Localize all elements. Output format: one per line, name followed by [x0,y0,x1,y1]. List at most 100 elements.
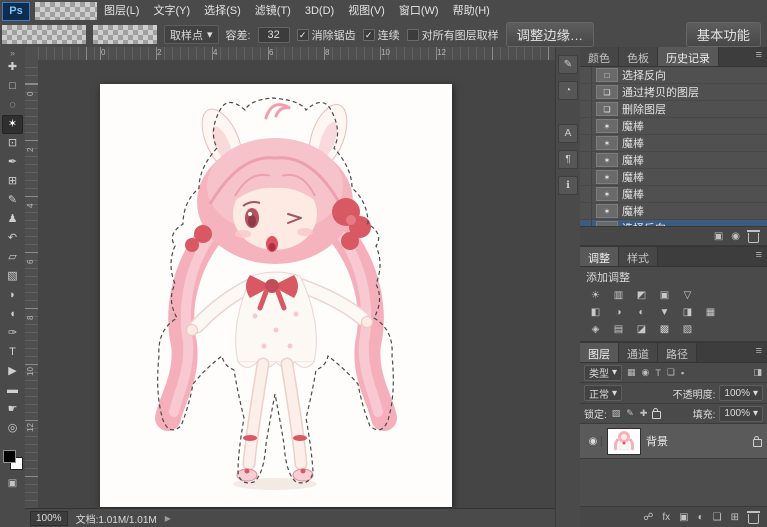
history-source-well[interactable] [580,169,592,185]
zoom-level-field[interactable]: 100% [30,510,68,526]
history-source-well[interactable] [580,203,592,219]
history-brush-tool[interactable]: ↶ [2,229,23,248]
history-state[interactable]: ✶ 魔棒 [580,118,767,135]
layer-style-icon[interactable]: fx [662,512,670,523]
filter-pixel-icon[interactable]: ▦ [626,367,637,378]
tab-swatches[interactable]: 色板 [619,47,658,66]
color-balance-icon[interactable]: ◑ [607,304,630,321]
tolerance-input[interactable]: 32 [257,26,290,43]
curves-icon[interactable]: ◩ [630,287,653,304]
menu-filter[interactable]: 滤镜(T) [248,0,298,22]
contiguous-checkbox[interactable]: ✓ 连续 [362,27,400,43]
adjustment-layer-icon[interactable]: ◐ [698,512,704,523]
history-source-well[interactable] [580,135,592,151]
history-state[interactable]: ✶ 魔棒 [580,186,767,203]
invert-icon[interactable]: ◈ [584,321,607,338]
horizontal-ruler[interactable]: 0 2 4 6 8 10 12 [38,47,556,61]
layer-thumbnail[interactable] [607,427,641,455]
blend-mode-dropdown[interactable]: 正常 ▾ [584,385,623,401]
lasso-tool[interactable]: ◌ [2,96,23,115]
layer-mask-icon[interactable]: ▣ [679,512,688,523]
filter-smart-object-icon[interactable]: ▪ [680,368,685,378]
toolbar-collapse-icon[interactable]: » [10,48,15,58]
panel-menu-icon[interactable]: ≡ [751,343,767,362]
history-state[interactable]: □ 选择反向 [580,67,767,84]
opacity-dropdown[interactable]: 100% ▾ [719,385,763,401]
layer-filter-dropdown[interactable]: 类型 ▾ [584,364,623,381]
new-document-from-state-icon[interactable]: ▣ [714,231,723,242]
tab-paths[interactable]: 路径 [658,343,697,362]
tab-styles[interactable]: 样式 [619,247,658,266]
color-swatches[interactable] [2,450,23,470]
history-source-well[interactable] [580,152,592,168]
channel-mixer-icon[interactable]: ◨ [676,304,699,321]
photo-filter-icon[interactable]: ▼ [653,304,676,321]
vibrance-icon[interactable]: ▽ [676,287,699,304]
sample-size-dropdown[interactable]: 取样点 ▾ [164,25,219,44]
tab-adjustments[interactable]: 调整 [580,247,619,266]
menu-3d[interactable]: 3D(D) [298,0,341,22]
hand-tool[interactable]: ☛ [2,400,23,419]
layer-group-icon[interactable]: ❏ [713,512,722,523]
type-tool[interactable]: T [2,343,23,362]
brush-tool[interactable]: ✎ [2,191,23,210]
lock-position-icon[interactable]: ✚ [639,408,649,419]
levels-icon[interactable]: ▥ [607,287,630,304]
path-selection-tool[interactable]: ▶ [2,362,23,381]
menu-window[interactable]: 窗口(W) [392,0,446,22]
canvas[interactable] [100,84,452,507]
layer-visibility-icon[interactable]: ◉ [585,435,602,447]
menu-select[interactable]: 选择(S) [197,0,248,22]
delete-state-icon[interactable] [747,229,760,243]
refine-edge-button[interactable]: 调整边缘… [505,22,595,47]
black-white-icon[interactable]: ◐ [630,304,653,321]
history-state[interactable]: ❏ 通过拷贝的图层 [580,84,767,101]
history-source-well[interactable] [580,67,592,83]
filter-adjustment-icon[interactable]: ◉ [641,367,651,378]
anti-alias-checkbox[interactable]: ✓ 消除锯齿 [296,27,356,43]
dodge-tool[interactable]: ◖ [2,305,23,324]
menu-help[interactable]: 帮助(H) [446,0,497,22]
panel-menu-icon[interactable]: ≡ [751,247,767,266]
filter-toggle-icon[interactable]: ◨ [752,367,763,378]
threshold-icon[interactable]: ◪ [630,321,653,338]
menu-type[interactable]: 文字(Y) [146,0,197,22]
new-snapshot-icon[interactable]: ◉ [731,231,740,242]
filter-type-icon[interactable]: T [654,368,662,378]
crop-tool[interactable]: ⊡ [2,134,23,153]
healing-brush-tool[interactable]: ⊞ [2,172,23,191]
magic-wand-tool[interactable]: ✶ [2,115,23,134]
canvas-artwork[interactable] [100,84,452,507]
status-arrow-icon[interactable]: ▶ [165,514,171,523]
posterize-icon[interactable]: ▤ [607,321,630,338]
history-state[interactable]: ✶ 魔棒 [580,135,767,152]
selective-color-icon[interactable]: ▩ [653,321,676,338]
brightness-contrast-icon[interactable]: ☀ [584,287,607,304]
brush-panel-icon[interactable]: ✎ [558,55,578,74]
eyedropper-tool[interactable]: ✒ [2,153,23,172]
lock-all-icon[interactable] [652,408,662,419]
sample-all-layers-checkbox[interactable]: 对所有图层取样 [406,27,499,43]
menu-layer[interactable]: 图层(L) [97,0,146,22]
quick-mask-icon[interactable]: ▣ [8,478,17,489]
move-tool[interactable]: ✚ [2,58,23,77]
tab-channels[interactable]: 通道 [619,343,658,362]
shape-tool[interactable]: ▬ [2,381,23,400]
hue-saturation-icon[interactable]: ◧ [584,304,607,321]
menu-view[interactable]: 视图(V) [341,0,392,22]
clone-source-panel-icon[interactable]: ◔ [558,81,578,100]
filter-shape-icon[interactable]: ❏ [666,367,676,378]
clone-stamp-tool[interactable]: ♟ [2,210,23,229]
panel-menu-icon[interactable]: ≡ [751,47,767,66]
delete-layer-icon[interactable] [747,510,760,524]
history-source-well[interactable] [580,118,592,134]
info-panel-icon[interactable]: ℹ [558,176,578,195]
gradient-map-icon[interactable]: ▨ [676,321,699,338]
pen-tool[interactable]: ✑ [2,324,23,343]
workspace-switcher-button[interactable]: 基本功能 [685,22,761,47]
exposure-icon[interactable]: ▣ [653,287,676,304]
zoom-tool[interactable]: ◎ [2,419,23,438]
color-lookup-icon[interactable]: ▦ [699,304,722,321]
new-layer-icon[interactable]: ⊞ [731,512,739,523]
link-layers-icon[interactable]: ☍ [643,512,653,523]
